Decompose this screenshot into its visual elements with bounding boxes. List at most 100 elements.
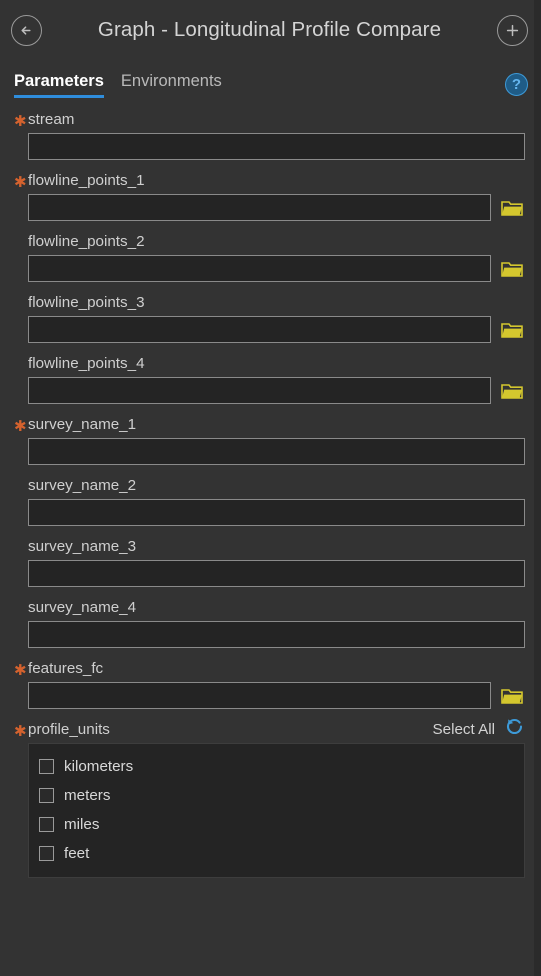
list-item[interactable]: meters xyxy=(29,781,524,810)
browse-button-flowline-points-3[interactable] xyxy=(499,319,525,341)
input-row xyxy=(14,316,525,343)
input-row xyxy=(14,682,525,709)
browse-button-flowline-points-1[interactable] xyxy=(499,197,525,219)
select-all-button[interactable]: Select All xyxy=(433,721,495,738)
field-label: flowline_points_2 xyxy=(28,232,145,250)
label-row: ✱ profile_units Select All xyxy=(14,718,525,740)
flowline-points-1-input[interactable] xyxy=(28,194,491,221)
checkbox-meters[interactable] xyxy=(39,788,54,803)
checkbox-miles[interactable] xyxy=(39,817,54,832)
required-asterisk: ✱ xyxy=(14,112,27,130)
required-asterisk-placeholder: ✱ xyxy=(14,480,28,495)
tab-parameters[interactable]: Parameters xyxy=(14,72,104,98)
add-to-favorites-button[interactable] xyxy=(497,14,528,46)
profile-units-listbox[interactable]: kilometers meters miles feet xyxy=(28,743,525,878)
list-item[interactable]: miles xyxy=(29,810,524,839)
flowline-points-4-input[interactable] xyxy=(28,377,491,404)
flowline-points-2-input[interactable] xyxy=(28,255,491,282)
checkbox-kilometers[interactable] xyxy=(39,759,54,774)
refresh-reset-icon[interactable] xyxy=(504,716,525,742)
pane-right-edge xyxy=(534,0,541,976)
list-item-label: kilometers xyxy=(64,758,134,775)
required-asterisk-placeholder: ✱ xyxy=(14,236,28,251)
list-item-label: feet xyxy=(64,845,90,862)
survey-name-2-input[interactable] xyxy=(28,499,525,526)
label-row: ✱ survey_name_2 xyxy=(14,474,525,496)
required-asterisk: ✱ xyxy=(14,661,27,679)
field-label: survey_name_4 xyxy=(28,598,137,616)
tab-environments[interactable]: Environments xyxy=(121,72,222,98)
plus-circle-icon xyxy=(504,22,521,39)
field-survey-name-4: ✱ survey_name_4 xyxy=(14,596,525,648)
folder-icon xyxy=(501,260,523,278)
field-label: features_fc xyxy=(28,659,104,677)
folder-icon xyxy=(501,321,523,339)
label-row: ✱ flowline_points_1 xyxy=(14,169,525,191)
folder-icon xyxy=(501,687,523,705)
label-row: ✱ flowline_points_3 xyxy=(14,291,525,313)
label-row: ✱ stream xyxy=(14,108,525,130)
input-row xyxy=(14,560,525,587)
survey-name-3-input[interactable] xyxy=(28,560,525,587)
back-button[interactable] xyxy=(11,14,42,46)
field-features-fc: ✱ features_fc xyxy=(14,657,525,709)
input-row xyxy=(14,499,525,526)
field-profile-units: ✱ profile_units Select All kilometers me… xyxy=(14,718,525,878)
required-asterisk-placeholder: ✱ xyxy=(14,541,28,556)
label-row: ✱ flowline_points_2 xyxy=(14,230,525,252)
flowline-points-3-input[interactable] xyxy=(28,316,491,343)
input-row xyxy=(14,133,525,160)
field-survey-name-2: ✱ survey_name_2 xyxy=(14,474,525,526)
geoprocessing-tool-pane: Graph - Longitudinal Profile Compare Par… xyxy=(0,0,541,976)
required-asterisk: ✱ xyxy=(14,722,27,740)
list-item-label: meters xyxy=(64,787,111,804)
field-survey-name-1: ✱ survey_name_1 xyxy=(14,413,525,465)
survey-name-1-input[interactable] xyxy=(28,438,525,465)
field-label: survey_name_2 xyxy=(28,476,137,494)
checkbox-feet[interactable] xyxy=(39,846,54,861)
field-flowline-points-4: ✱ flowline_points_4 xyxy=(14,352,525,404)
browse-button-flowline-points-2[interactable] xyxy=(499,258,525,280)
list-item-label: miles xyxy=(64,816,100,833)
features-fc-input[interactable] xyxy=(28,682,491,709)
help-circle-icon: ? xyxy=(511,75,522,93)
label-row: ✱ features_fc xyxy=(14,657,525,679)
tab-bar: Parameters Environments ? xyxy=(0,60,541,104)
label-row: ✱ flowline_points_4 xyxy=(14,352,525,374)
field-stream: ✱ stream xyxy=(14,108,525,160)
required-asterisk-placeholder: ✱ xyxy=(14,602,28,617)
field-flowline-points-2: ✱ flowline_points_2 xyxy=(14,230,525,282)
required-asterisk-placeholder: ✱ xyxy=(14,297,28,312)
field-label: profile_units xyxy=(28,720,110,738)
survey-name-4-input[interactable] xyxy=(28,621,525,648)
label-row: ✱ survey_name_1 xyxy=(14,413,525,435)
browse-button-flowline-points-4[interactable] xyxy=(499,380,525,402)
label-row: ✱ survey_name_4 xyxy=(14,596,525,618)
field-label: flowline_points_1 xyxy=(28,171,145,189)
input-row xyxy=(14,438,525,465)
required-asterisk: ✱ xyxy=(14,417,27,435)
field-survey-name-3: ✱ survey_name_3 xyxy=(14,535,525,587)
pane-header: Graph - Longitudinal Profile Compare xyxy=(0,0,541,60)
field-label: flowline_points_4 xyxy=(28,354,145,372)
stream-input[interactable] xyxy=(28,133,525,160)
help-button[interactable]: ? xyxy=(505,72,528,96)
browse-button-features-fc[interactable] xyxy=(499,685,525,707)
list-actions: Select All xyxy=(433,716,525,742)
folder-icon xyxy=(501,382,523,400)
input-row xyxy=(14,621,525,648)
field-flowline-points-1: ✱ flowline_points_1 xyxy=(14,169,525,221)
required-asterisk-placeholder: ✱ xyxy=(14,358,28,373)
label-row: ✱ survey_name_3 xyxy=(14,535,525,557)
required-asterisk: ✱ xyxy=(14,173,27,191)
field-flowline-points-3: ✱ flowline_points_3 xyxy=(14,291,525,343)
arrow-left-circle-icon xyxy=(18,22,35,39)
input-row xyxy=(14,255,525,282)
list-item[interactable]: kilometers xyxy=(29,752,524,781)
list-item[interactable]: feet xyxy=(29,839,524,868)
input-row xyxy=(14,377,525,404)
parameters-form: ✱ stream ✱ flowline_points_1 flowline_po… xyxy=(0,104,541,878)
page-title: Graph - Longitudinal Profile Compare xyxy=(97,18,442,41)
field-label: flowline_points_3 xyxy=(28,293,145,311)
folder-icon xyxy=(501,199,523,217)
